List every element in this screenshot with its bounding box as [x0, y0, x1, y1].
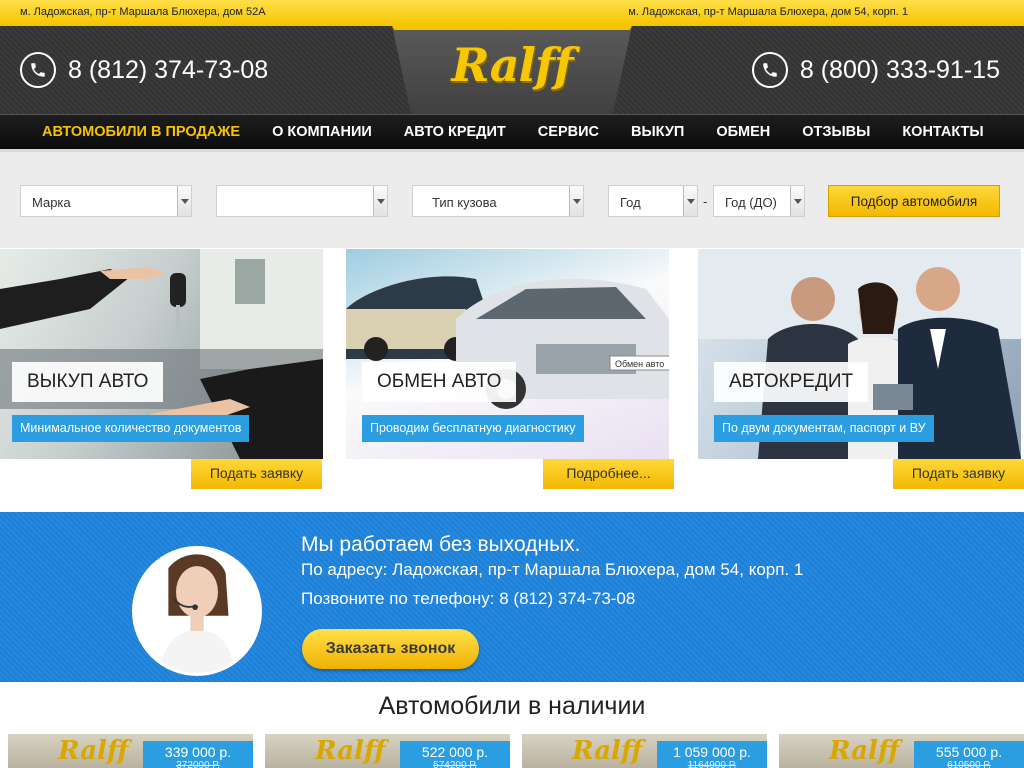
year-from-select-value: Год: [620, 195, 641, 210]
nav-item-about[interactable]: О КОМПАНИИ: [272, 124, 372, 140]
site-logo[interactable]: Ralff: [432, 38, 592, 98]
chevron-down-icon: [790, 186, 804, 216]
car-photo-logo: Ralff: [829, 736, 900, 766]
car-card[interactable]: Ralff 555 000 р. 610500 Р.: [779, 734, 1024, 768]
car-card[interactable]: Ralff 1 059 000 р. 1164900 Р.: [522, 734, 767, 768]
year-to-select[interactable]: Год (ДО): [713, 185, 805, 217]
price-badge: 522 000 р. 574200 Р.: [400, 741, 510, 768]
card-exchange[interactable]: Обмен авто ОБМЕН АВТО Проводим бесплатну…: [346, 249, 669, 459]
main-nav: АВТОМОБИЛИ В ПРОДАЖЕ О КОМПАНИИ АВТО КРЕ…: [0, 114, 1024, 152]
price-current: 339 000 р.: [164, 744, 232, 760]
price-old: 372000 Р.: [176, 760, 220, 768]
car-photo-logo: Ralff: [315, 736, 386, 766]
chevron-down-icon: [177, 186, 191, 216]
nav-item-contacts[interactable]: КОНТАКТЫ: [902, 124, 983, 140]
car-card[interactable]: Ralff 522 000 р. 574200 Р.: [265, 734, 510, 768]
card-buyout-button[interactable]: Подать заявку: [191, 459, 322, 489]
chevron-down-icon: [373, 186, 387, 216]
body-type-select-value: Тип кузова: [432, 195, 497, 210]
logo-plate-edge: [392, 26, 632, 30]
price-badge: 555 000 р. 610500 Р.: [914, 741, 1024, 768]
nav-item-reviews[interactable]: ОТЗЫВЫ: [802, 124, 870, 140]
price-current: 522 000 р.: [421, 744, 489, 760]
chevron-down-icon: [683, 186, 697, 216]
car-card[interactable]: Ralff 339 000 р. 372000 Р.: [8, 734, 253, 768]
card-buyout[interactable]: ВЫКУП АВТО Минимальное количество докуме…: [0, 249, 323, 459]
available-cars-title: Автомобили в наличии: [378, 692, 646, 720]
card-auto-credit-button[interactable]: Подать заявку: [893, 459, 1024, 489]
phone-left[interactable]: 8 (812) 374-73-08: [20, 50, 268, 90]
request-call-button[interactable]: Заказать звонок: [302, 629, 479, 669]
card-title: АВТОКРЕДИТ: [714, 362, 869, 402]
price-old: 1164900 Р.: [687, 760, 737, 768]
nav-item-auto-credit[interactable]: АВТО КРЕДИТ: [404, 124, 506, 140]
select-car-button[interactable]: Подбор автомобиля: [828, 185, 1000, 217]
car-filter: Марка Тип кузова Год - Год (ДО) Подбор а…: [0, 152, 1024, 248]
price-old: 574200 Р.: [433, 760, 477, 768]
card-title: ВЫКУП АВТО: [12, 362, 164, 402]
operator-avatar: [132, 546, 262, 676]
site-header: Ralff 8 (812) 374-73-08 8 (800) 333-91-1…: [0, 26, 1024, 114]
promo-phone: Позвоните по телефону: 8 (812) 374-73-08: [301, 589, 636, 608]
price-current: 555 000 р.: [935, 744, 1003, 760]
year-to-select-value: Год (ДО): [725, 195, 777, 210]
nav-item-cars-for-sale[interactable]: АВТОМОБИЛИ В ПРОДАЖЕ: [42, 124, 240, 140]
phone-right-number: 8 (800) 333-91-15: [799, 55, 1000, 84]
card-auto-credit[interactable]: АВТОКРЕДИТ По двум документам, паспорт и…: [698, 249, 1021, 459]
phone-left-number: 8 (812) 374-73-08: [68, 55, 269, 84]
promo-headline: Мы работаем без выходных.: [301, 533, 581, 556]
car-photo-logo: Ralff: [572, 736, 643, 766]
license-plate-text: Обмен авто: [615, 359, 664, 369]
card-title: ОБМЕН АВТО: [362, 362, 517, 402]
brand-select-value: Марка: [32, 195, 71, 210]
price-badge: 339 000 р. 372000 Р.: [143, 741, 253, 768]
price-old: 610500 Р.: [947, 760, 991, 768]
card-exchange-button[interactable]: Подробнее...: [543, 459, 674, 489]
nav-item-buyout[interactable]: ВЫКУП: [631, 124, 684, 140]
nav-item-service[interactable]: СЕРВИС: [538, 124, 599, 140]
brand-select[interactable]: Марка: [20, 185, 192, 217]
model-select[interactable]: [216, 185, 388, 217]
contact-promo: Мы работаем без выходных. По адресу: Лад…: [0, 512, 1024, 682]
phone-icon: [751, 52, 788, 88]
card-subtitle: По двум документам, паспорт и ВУ: [714, 415, 934, 442]
body-type-select[interactable]: Тип кузова: [412, 185, 584, 217]
phone-right[interactable]: 8 (800) 333-91-15: [751, 50, 1000, 90]
address-left: м. Ладожская, пр-т Маршала Блюхера, дом …: [20, 6, 266, 18]
address-right: м. Ладожская, пр-т Маршала Блюхера, дом …: [628, 6, 908, 18]
year-from-select[interactable]: Год: [608, 185, 698, 217]
year-range-dash: -: [703, 194, 708, 209]
price-badge: 1 059 000 р. 1164900 Р.: [657, 741, 767, 768]
chevron-down-icon: [569, 186, 583, 216]
car-photo-logo: Ralff: [58, 736, 129, 766]
price-current: 1 059 000 р.: [673, 744, 751, 760]
card-subtitle: Минимальное количество документов: [12, 415, 250, 442]
address-bar: м. Ладожская, пр-т Маршала Блюхера, дом …: [0, 0, 1024, 26]
nav-item-exchange[interactable]: ОБМЕН: [716, 124, 770, 140]
promo-address: По адресу: Ладожская, пр-т Маршала Блюхе…: [301, 560, 804, 579]
phone-icon: [20, 52, 56, 88]
card-subtitle: Проводим бесплатную диагностику: [362, 415, 584, 442]
